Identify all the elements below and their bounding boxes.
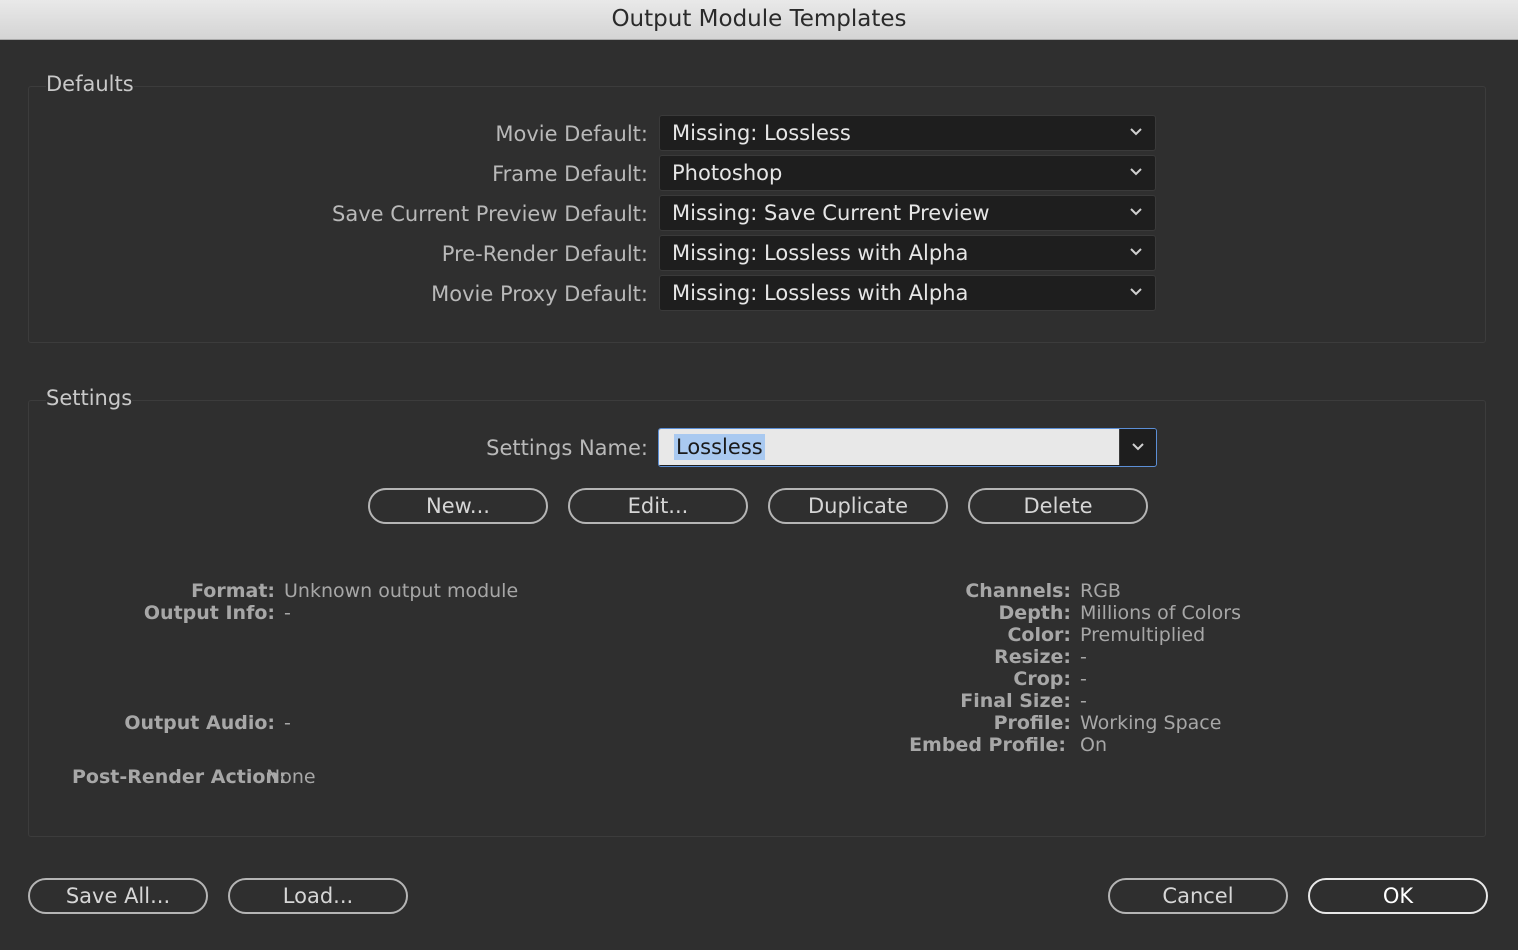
movie-proxy-default-label: Movie Proxy Default: [431, 282, 648, 306]
movie-proxy-default-value: Missing: Lossless with Alpha [672, 281, 969, 305]
save-current-preview-default-dropdown[interactable]: Missing: Save Current Preview [659, 195, 1156, 231]
format-label: Format: [191, 580, 275, 602]
depth-label: Depth: [998, 602, 1071, 624]
save-all-button[interactable]: Save All... [28, 878, 208, 914]
chevron-down-icon [1130, 248, 1142, 256]
output-audio-value: - [284, 712, 291, 734]
settings-name-selected-text: Lossless [674, 434, 765, 460]
new-button[interactable]: New... [368, 488, 548, 524]
movie-proxy-default-dropdown[interactable]: Missing: Lossless with Alpha [659, 275, 1156, 311]
embed-profile-value: On [1080, 734, 1107, 756]
chevron-down-icon [1132, 443, 1144, 451]
edit-button[interactable]: Edit... [568, 488, 748, 524]
pre-render-default-dropdown[interactable]: Missing: Lossless with Alpha [659, 235, 1156, 271]
profile-label: Profile: [993, 712, 1071, 734]
save-current-preview-default-value: Missing: Save Current Preview [672, 201, 990, 225]
crop-value: - [1080, 668, 1087, 690]
depth-value: Millions of Colors [1080, 602, 1241, 624]
channels-label: Channels: [965, 580, 1071, 602]
delete-button[interactable]: Delete [968, 488, 1148, 524]
output-info-value: - [284, 602, 291, 624]
cancel-button[interactable]: Cancel [1108, 878, 1288, 914]
chevron-down-icon [1130, 128, 1142, 136]
color-value: Premultiplied [1080, 624, 1206, 646]
ok-button[interactable]: OK [1308, 878, 1488, 914]
chevron-down-icon [1130, 288, 1142, 296]
frame-default-label: Frame Default: [492, 162, 648, 186]
resize-value: - [1080, 646, 1087, 668]
settings-group-title: Settings [46, 386, 133, 410]
final-size-label: Final Size: [960, 690, 1071, 712]
color-label: Color: [1007, 624, 1071, 646]
settings-name-combobox: Lossless [658, 428, 1157, 467]
settings-name-dropdown-button[interactable] [1119, 429, 1156, 465]
profile-value: Working Space [1080, 712, 1222, 734]
pre-render-default-label: Pre-Render Default: [441, 242, 648, 266]
output-audio-label: Output Audio: [124, 712, 275, 734]
settings-name-label: Settings Name: [486, 436, 648, 460]
resize-label: Resize: [994, 646, 1071, 668]
duplicate-button[interactable]: Duplicate [768, 488, 948, 524]
chevron-down-icon [1130, 168, 1142, 176]
frame-default-dropdown[interactable]: Photoshop [659, 155, 1156, 191]
defaults-group-title: Defaults [46, 72, 134, 96]
post-render-action-value: None [266, 766, 316, 788]
output-module-templates-dialog: Output Module Templates Defaults Movie D… [0, 0, 1518, 950]
frame-default-value: Photoshop [672, 161, 783, 185]
output-info-label: Output Info: [143, 602, 275, 624]
post-render-action-label: Post-Render Action: [72, 766, 287, 788]
format-value: Unknown output module [284, 580, 519, 602]
load-button[interactable]: Load... [228, 878, 408, 914]
chevron-down-icon [1130, 208, 1142, 216]
channels-value: RGB [1080, 580, 1121, 602]
movie-default-value: Missing: Lossless [672, 121, 851, 145]
window-title: Output Module Templates [611, 6, 907, 32]
crop-label: Crop: [1013, 668, 1071, 690]
movie-default-dropdown[interactable]: Missing: Lossless [659, 115, 1156, 151]
save-current-preview-default-label: Save Current Preview Default: [332, 202, 648, 226]
final-size-value: - [1080, 690, 1087, 712]
window-titlebar: Output Module Templates [0, 0, 1518, 40]
movie-default-label: Movie Default: [495, 122, 648, 146]
embed-profile-label: Embed Profile: [909, 734, 1066, 756]
pre-render-default-value: Missing: Lossless with Alpha [672, 241, 969, 265]
